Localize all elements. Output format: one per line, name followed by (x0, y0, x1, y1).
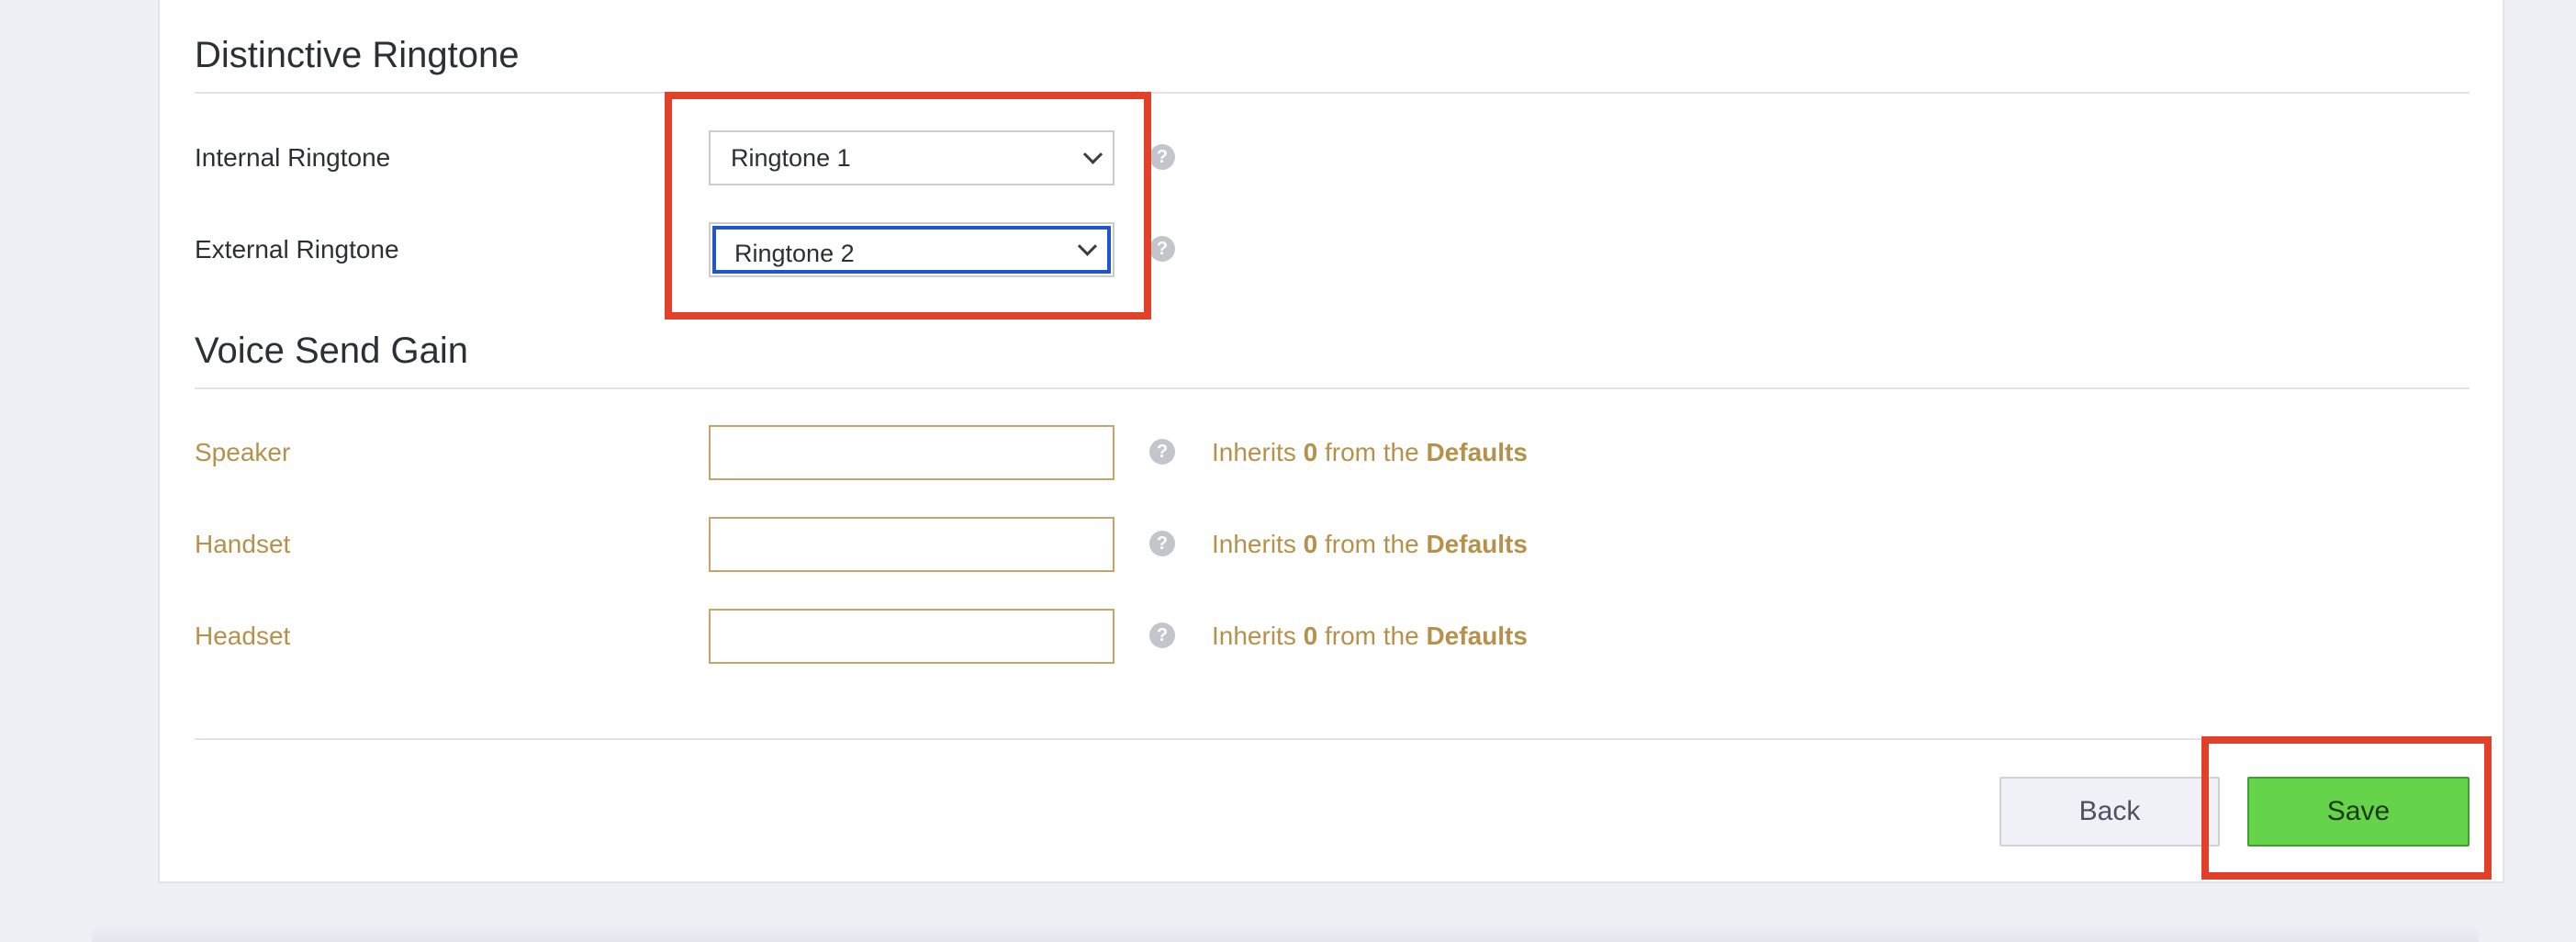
speaker-inherit-note: Inherits 0 from the Defaults (1212, 438, 1528, 466)
help-icon[interactable]: ? (1149, 144, 1175, 170)
section-divider (195, 387, 2470, 389)
defaults-link[interactable]: Defaults (1426, 438, 1527, 466)
internal-ringtone-label: Internal Ringtone (195, 143, 391, 172)
help-icon[interactable]: ? (1149, 236, 1175, 262)
section-title-voice-send-gain: Voice Send Gain (195, 331, 468, 371)
help-icon[interactable]: ? (1149, 439, 1175, 465)
help-icon[interactable]: ? (1149, 531, 1175, 556)
speaker-gain-input[interactable] (709, 425, 1114, 480)
section-title-distinctive-ringtone: Distinctive Ringtone (195, 35, 520, 75)
help-icon[interactable]: ? (1149, 622, 1175, 648)
headset-gain-label: Headset (195, 622, 291, 650)
page-bottom-shadow (92, 925, 2479, 942)
section-divider (195, 92, 2470, 94)
external-ringtone-label: External Ringtone (195, 235, 399, 264)
headset-inherit-note: Inherits 0 from the Defaults (1212, 622, 1528, 650)
save-highlight-box (2201, 736, 2492, 880)
defaults-link[interactable]: Defaults (1426, 622, 1527, 650)
defaults-link[interactable]: Defaults (1426, 530, 1527, 558)
handset-gain-label: Handset (195, 530, 291, 558)
headset-gain-input[interactable] (709, 609, 1114, 664)
footer-divider (195, 738, 2470, 740)
handset-gain-input[interactable] (709, 517, 1114, 572)
back-button[interactable]: Back (1999, 777, 2220, 847)
handset-inherit-note: Inherits 0 from the Defaults (1212, 530, 1528, 558)
ringtone-highlight-box (665, 92, 1151, 320)
speaker-gain-label: Speaker (195, 438, 291, 466)
